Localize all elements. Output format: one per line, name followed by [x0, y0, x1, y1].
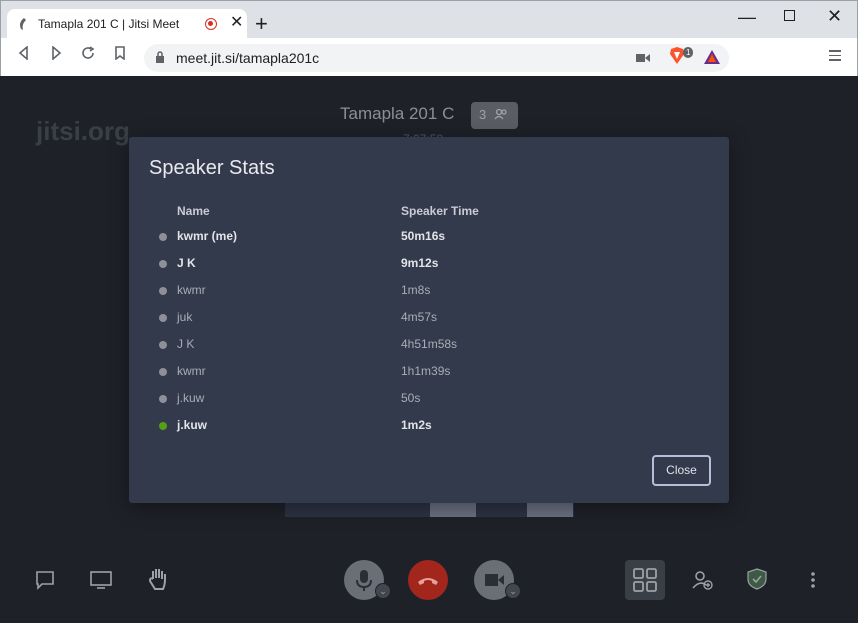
speaking-indicator-icon [159, 422, 167, 430]
reload-icon [82, 46, 95, 59]
status-dot-icon [159, 233, 167, 241]
status-dot-icon [159, 314, 167, 322]
status-dot-icon [159, 395, 167, 403]
dialog-title: Speaker Stats [149, 157, 275, 179]
jitsi-favicon-icon [20, 18, 26, 30]
speaker-row: J K 4h51m58s [129, 332, 729, 359]
camera-options-chevron-icon[interactable]: ⌄ [505, 583, 521, 599]
speaker-name: kwmr [177, 364, 206, 378]
speaker-time: 1h1m39s [401, 364, 451, 378]
speaker-row: juk 4m57s [129, 305, 729, 332]
speaker-row: j.kuw 50s [129, 386, 729, 413]
close-button[interactable]: Close [652, 455, 711, 486]
status-dot-icon [159, 341, 167, 349]
speaker-name: J K [177, 256, 196, 270]
bookmark-icon [115, 46, 125, 61]
speaker-row: j.kuw 1m2s [129, 413, 729, 440]
microphone-options-chevron-icon[interactable]: ⌄ [375, 583, 391, 599]
speaker-row: J K 9m12s [129, 251, 729, 278]
invite-icon[interactable] [692, 570, 714, 590]
raise-hand-icon[interactable] [147, 567, 169, 591]
status-dot-icon [159, 368, 167, 376]
tab-title: Tamapla 201 C | Jitsi Meet [38, 17, 180, 31]
screenshare-icon[interactable] [90, 571, 112, 589]
lock-icon [156, 51, 164, 63]
hangup-button[interactable] [408, 560, 448, 600]
forward-icon [52, 45, 62, 61]
browser-menu-icon[interactable] [829, 50, 841, 64]
bookmark-button[interactable] [110, 46, 130, 66]
speaker-time: 1m2s [401, 418, 432, 432]
url-text: meet.jit.si/tamapla201c [176, 50, 320, 66]
tile-view-icon [633, 568, 657, 592]
jitsi-watermark: jitsi.org [36, 116, 130, 146]
brave-rewards-icon[interactable] [703, 49, 721, 65]
back-icon [18, 45, 28, 61]
meeting-title: Tamapla 201 C [340, 104, 455, 123]
minimize-window-button[interactable]: — [738, 7, 756, 28]
speaker-time: 4m57s [401, 310, 438, 324]
speaker-name: j.kuw [177, 391, 205, 405]
name-column-header: Name [177, 204, 210, 218]
speaker-name: kwmr (me) [177, 229, 238, 243]
forward-button[interactable] [46, 45, 66, 66]
more-options-icon[interactable] [810, 571, 816, 589]
speaker-stats-dialog: Speaker Stats Name Speaker Time kwmr (me… [129, 137, 729, 503]
tile-view-button[interactable] [625, 560, 665, 600]
status-dot-icon [159, 260, 167, 268]
speaker-name: kwmr [177, 283, 206, 297]
browser-tab[interactable]: Tamapla 201 C | Jitsi Meet ✕ [7, 9, 247, 39]
speaker-name: j.kuw [177, 418, 208, 432]
maximize-window-button[interactable] [784, 10, 795, 21]
speaker-time: 50s [401, 391, 421, 405]
reload-button[interactable] [78, 46, 98, 66]
new-tab-button[interactable]: + [255, 13, 268, 35]
participants-icon [494, 108, 507, 120]
status-dot-icon [159, 287, 167, 295]
recording-indicator-icon [205, 18, 217, 30]
speaker-row: kwmr 1m8s [129, 278, 729, 305]
speaker-time-column-header: Speaker Time [401, 204, 479, 218]
speaker-name: J K [177, 337, 195, 351]
address-bar[interactable]: meet.jit.si/tamapla201c 1 [144, 44, 729, 72]
hangup-icon [418, 578, 438, 585]
speaker-time: 9m12s [401, 256, 439, 270]
speaker-time: 1m8s [401, 283, 431, 297]
participant-count-badge[interactable]: 3 [471, 102, 518, 129]
security-shield-icon[interactable] [747, 568, 767, 590]
speaker-name: juk [177, 310, 193, 324]
speaker-time: 50m16s [401, 229, 446, 243]
brave-shields-badge: 1 [683, 47, 694, 58]
browser-tab-bar: Tamapla 201 C | Jitsi Meet ✕ + — ✕ [0, 0, 858, 39]
back-button[interactable] [14, 45, 34, 66]
tab-close-icon[interactable]: ✕ [230, 15, 243, 31]
speaker-row: kwmr 1h1m39s [129, 359, 729, 386]
speaker-time: 4h51m58s [401, 337, 458, 351]
browser-toolbar: meet.jit.si/tamapla201c 1 [0, 38, 858, 76]
speaker-row: kwmr (me) 50m16s [129, 224, 729, 251]
close-window-button[interactable]: ✕ [827, 6, 842, 27]
chat-icon[interactable] [35, 570, 55, 590]
camera-permission-icon[interactable] [636, 52, 650, 64]
